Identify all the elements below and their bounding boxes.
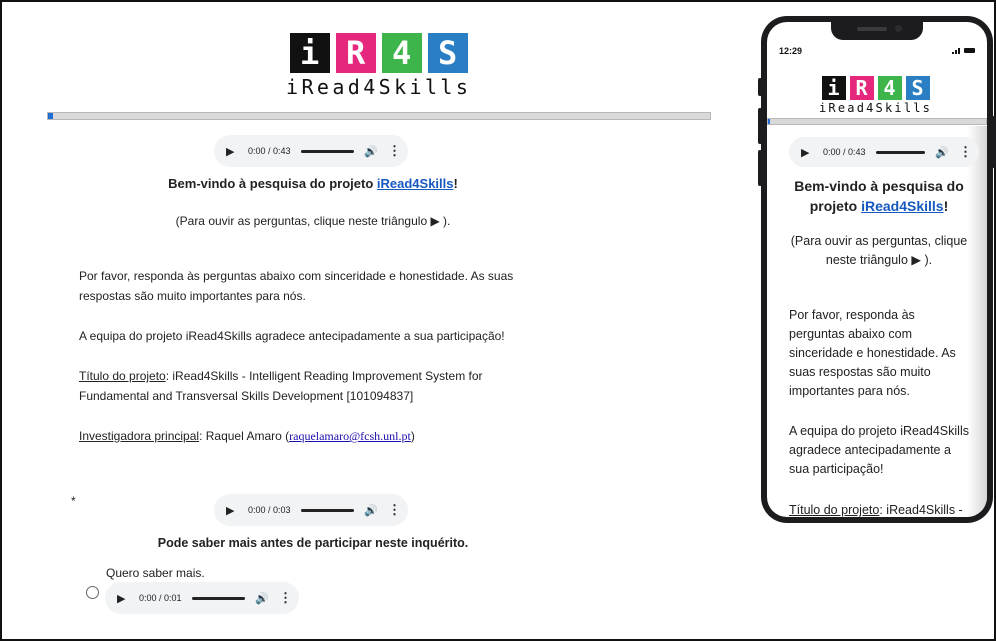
project-title-block: Título do projeto: iRead4Skills - Intell… — [79, 366, 599, 406]
logo-tile: i — [821, 76, 846, 100]
intro-line: Por favor, responda às perguntas abaixo … — [79, 269, 514, 283]
project-title-value: : iRead4Skills - Intelligent Reading Imp… — [165, 369, 483, 383]
logo-tile: i — [289, 33, 330, 73]
thanks-line: agradece antecipadamente a — [789, 443, 951, 457]
welcome-text: Bem-vindo à pesquisa do — [794, 178, 964, 194]
phone-intro-audio-player[interactable]: ▶ 0:00 / 0:43 🔊 ⋮ — [789, 137, 979, 167]
question-audio-player[interactable]: ▶ 0:00 / 0:03 🔊 ⋮ — [214, 494, 408, 526]
logo-wordmark: iRead4Skills — [819, 101, 933, 115]
welcome-text: projeto — [809, 198, 862, 214]
more-options-icon[interactable]: ⋮ — [388, 143, 401, 159]
welcome-suffix: ! — [453, 176, 458, 191]
project-link[interactable]: iRead4Skills — [861, 198, 944, 214]
phone-power-button — [992, 116, 996, 168]
investigator-name: : Raquel Amaro ( — [199, 429, 290, 443]
investigator-email-link[interactable]: raquelamaro@fcsh.unl.pt — [289, 429, 411, 443]
audio-time: 0:00 / 0:43 — [823, 147, 866, 157]
welcome-suffix: ! — [943, 198, 949, 214]
phone-notch — [831, 22, 923, 40]
status-time: 12:29 — [779, 46, 803, 56]
phone-volume-down — [758, 150, 762, 186]
volume-icon[interactable]: 🔊 — [255, 592, 269, 605]
intro-line: respostas são muito importantes para nós… — [79, 289, 306, 303]
project-title-label: Título do projeto — [79, 369, 166, 383]
intro-line: importantes para nós. — [789, 384, 910, 398]
audio-seek-bar[interactable] — [875, 150, 926, 154]
more-options-icon[interactable]: ⋮ — [388, 502, 401, 518]
volume-icon[interactable]: 🔊 — [364, 145, 378, 158]
volume-icon[interactable]: 🔊 — [935, 146, 949, 159]
thanks-line: sua participação! — [789, 462, 884, 476]
logo-tile: R — [849, 76, 874, 100]
phone-mute-switch — [758, 78, 762, 96]
listen-hint: (Para ouvir as perguntas, clique neste t… — [779, 232, 979, 270]
intro-line: Por favor, responda às — [789, 308, 915, 322]
required-asterisk: * — [71, 494, 76, 508]
more-options-icon[interactable]: ⋮ — [959, 144, 972, 160]
speaker-grill — [857, 27, 887, 31]
logo-wordmark: iRead4Skills — [286, 75, 472, 99]
intro-paragraph: Por favor, responda às perguntas abaixo … — [789, 306, 979, 401]
project-title-label: Título do projeto — [789, 503, 880, 517]
intro-line: perguntas abaixo com — [789, 327, 912, 341]
thanks-line: A equipa do projeto iRead4Skills — [789, 424, 969, 438]
thanks-paragraph: A equipa do projeto iRead4Skills agradec… — [79, 329, 505, 343]
phone-screen: 12:29 iR4S iRead4Skills ▶ 0:00 / 0:43 🔊 … — [767, 22, 987, 517]
battery-icon — [964, 48, 975, 53]
hint-line: (Para ouvir as perguntas, clique — [790, 234, 968, 248]
welcome-heading: Bem-vindo à pesquisa do projeto iRead4Sk… — [0, 174, 626, 194]
audio-seek-bar[interactable] — [300, 508, 355, 512]
audio-time: 0:00 / 0:03 — [248, 505, 291, 515]
logo-tiles: iR4S — [821, 76, 930, 100]
logo-tile: S — [427, 33, 468, 73]
audio-time: 0:00 / 0:01 — [139, 593, 182, 603]
status-icons — [952, 47, 975, 54]
audio-time: 0:00 / 0:43 — [248, 146, 291, 156]
progress-fill — [768, 119, 770, 124]
logo-tile: S — [905, 76, 930, 100]
phone-volume-up — [758, 108, 762, 144]
thanks-paragraph: A equipa do projeto iRead4Skills agradec… — [789, 422, 979, 479]
intro-paragraph: Por favor, responda às perguntas abaixo … — [79, 266, 599, 306]
play-icon[interactable]: ▶ — [226, 145, 238, 158]
intro-line: sinceridade e honestidade. As — [789, 346, 956, 360]
hint-line: neste triângulo ▶ ). — [825, 253, 933, 267]
more-options-icon[interactable]: ⋮ — [279, 590, 292, 606]
signal-icon — [952, 47, 960, 54]
play-icon[interactable]: ▶ — [226, 504, 238, 517]
survey-progress-bar — [767, 118, 987, 125]
logo-tile: 4 — [877, 76, 902, 100]
logo-tile: R — [335, 33, 376, 73]
front-camera — [895, 25, 902, 32]
option-radio[interactable] — [86, 586, 99, 599]
welcome-text: Bem-vindo à pesquisa do projeto — [168, 176, 377, 191]
iread4skills-logo: iR4S iRead4Skills — [286, 33, 471, 99]
investigator-close: ) — [410, 429, 415, 443]
project-title-value: Fundamental and Transversal Skills Devel… — [79, 389, 414, 403]
iread4skills-logo: iR4S iRead4Skills — [819, 76, 932, 115]
play-icon[interactable]: ▶ — [117, 592, 129, 605]
intro-line: suas respostas são muito — [789, 365, 931, 379]
play-icon[interactable]: ▶ — [801, 146, 813, 159]
logo-tile: 4 — [381, 33, 422, 73]
welcome-heading: Bem-vindo à pesquisa do projeto iRead4Sk… — [779, 176, 979, 216]
project-link[interactable]: iRead4Skills — [377, 176, 454, 191]
project-title-line: Título do projeto: iRead4Skills - — [789, 501, 987, 517]
investigator-label: Investigadora principal — [79, 429, 200, 443]
survey-progress-bar — [47, 112, 711, 120]
audio-seek-bar[interactable] — [300, 149, 355, 153]
option-audio-player[interactable]: ▶ 0:00 / 0:01 🔊 ⋮ — [105, 582, 299, 614]
progress-fill — [48, 113, 53, 119]
option-label: Quero saber mais. — [106, 566, 205, 580]
investigator-line: Investigadora principal: Raquel Amaro (r… — [79, 426, 415, 446]
intro-audio-player[interactable]: ▶ 0:00 / 0:43 🔊 ⋮ — [214, 135, 408, 167]
logo-tiles: iR4S — [289, 33, 468, 73]
project-title-value: : iRead4Skills - — [879, 503, 963, 517]
phone-mockup: 12:29 iR4S iRead4Skills ▶ 0:00 / 0:43 🔊 … — [758, 16, 996, 523]
question-text: Pode saber mais antes de participar nest… — [157, 536, 469, 550]
audio-seek-bar[interactable] — [191, 596, 246, 600]
volume-icon[interactable]: 🔊 — [364, 504, 378, 517]
listen-hint: (Para ouvir as perguntas, clique neste t… — [175, 214, 451, 228]
